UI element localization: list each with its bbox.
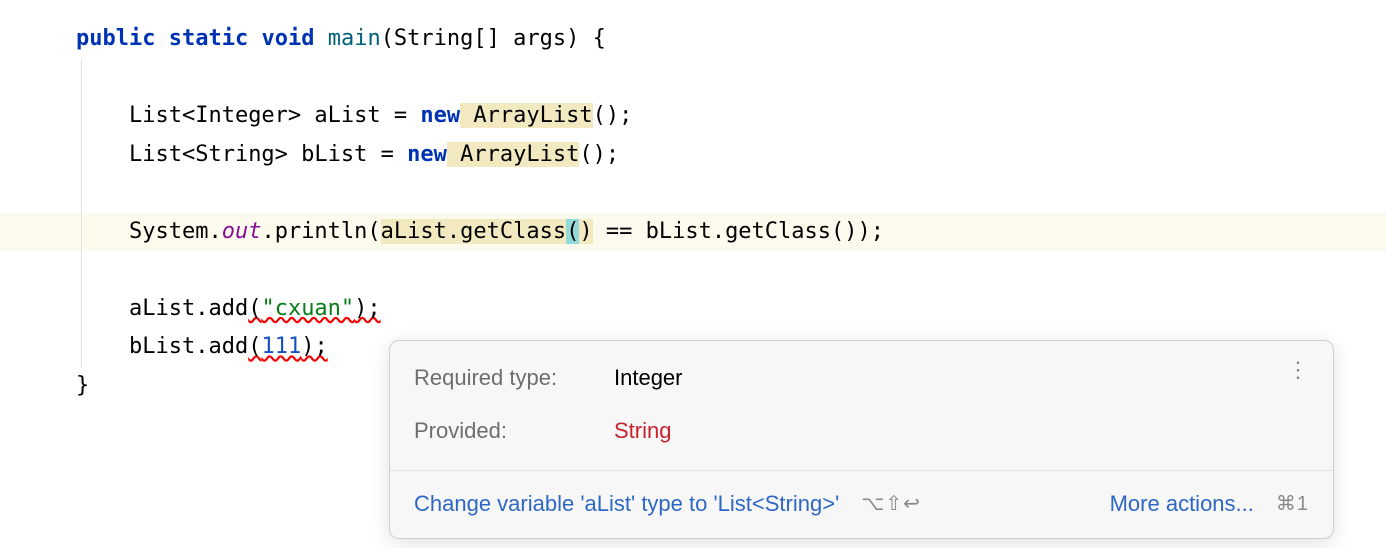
shortcut-label: ⌥⇧↩ <box>861 487 921 522</box>
indent-guide <box>81 213 82 252</box>
indent-guide <box>81 174 82 213</box>
indent-guide <box>81 59 82 98</box>
decl-blist: List<String> bList = <box>129 142 407 167</box>
indent-guide <box>81 251 82 290</box>
keyword-public: public <box>76 26 155 51</box>
highlight-paren: ) <box>579 219 592 244</box>
paren-close-err: ); <box>354 296 381 321</box>
highlight-arraylist: ArrayList <box>447 142 579 167</box>
paren-err: ( <box>248 296 261 321</box>
string-literal: "cxuan" <box>261 296 354 321</box>
params: (String[] args) { <box>381 26 606 51</box>
alist-add: aList.add <box>129 296 248 321</box>
caret-paren: ( <box>566 219 579 244</box>
eq-op: == <box>593 219 646 244</box>
field-out: out <box>222 219 262 244</box>
indent-guide <box>81 328 82 367</box>
call-close: (); <box>579 142 619 167</box>
call-close: (); <box>593 103 633 128</box>
code-line[interactable]: public static void main(String[] args) { <box>0 20 1386 59</box>
tooltip-footer: Change variable 'aList' type to 'List<St… <box>390 470 1333 538</box>
provided-label: Provided: <box>414 412 614 451</box>
highlight-getclass: aList.getClass <box>381 219 566 244</box>
paren-close-err: ); <box>301 334 328 359</box>
required-type-value: Integer <box>614 359 1279 398</box>
keyword-new: new <box>420 103 460 128</box>
code-line[interactable]: List<String> bList = new ArrayList(); <box>0 136 1386 175</box>
code-line-empty[interactable] <box>0 174 1386 213</box>
code-line[interactable]: aList.add("cxuan"); <box>0 290 1386 329</box>
number-literal: 111 <box>261 334 301 359</box>
decl-alist: List<Integer> aList = <box>129 103 420 128</box>
keyword-new: new <box>407 142 447 167</box>
indent-guide <box>81 97 82 136</box>
highlight-arraylist: ArrayList <box>460 103 592 128</box>
more-actions-link[interactable]: More actions... <box>1110 485 1254 524</box>
blist-add: bList.add <box>129 334 248 359</box>
code-line-current[interactable]: System.out.println(aList.getClass() == b… <box>0 213 1386 252</box>
error-tooltip: Required type: Integer ⋮ Provided: Strin… <box>389 340 1334 539</box>
println-open: .println( <box>261 219 380 244</box>
more-vertical-icon[interactable]: ⋮ <box>1279 359 1309 381</box>
indent-guide <box>81 290 82 329</box>
quickfix-action[interactable]: Change variable 'aList' type to 'List<St… <box>414 485 839 524</box>
indent-guide <box>81 136 82 175</box>
code-line-empty[interactable] <box>0 59 1386 98</box>
paren-err: ( <box>248 334 261 359</box>
keyword-static: static <box>169 26 248 51</box>
code-line[interactable]: List<Integer> aList = new ArrayList(); <box>0 97 1386 136</box>
provided-value: String <box>614 412 1279 451</box>
system-ref: System. <box>129 219 222 244</box>
rest-expr: bList.getClass()); <box>646 219 884 244</box>
method-main: main <box>328 26 381 51</box>
shortcut-label: ⌘1 <box>1276 487 1309 522</box>
tooltip-body: Required type: Integer ⋮ Provided: Strin… <box>390 341 1333 470</box>
close-brace: } <box>76 373 89 398</box>
code-line-empty[interactable] <box>0 251 1386 290</box>
required-type-label: Required type: <box>414 359 614 398</box>
keyword-void: void <box>261 26 314 51</box>
